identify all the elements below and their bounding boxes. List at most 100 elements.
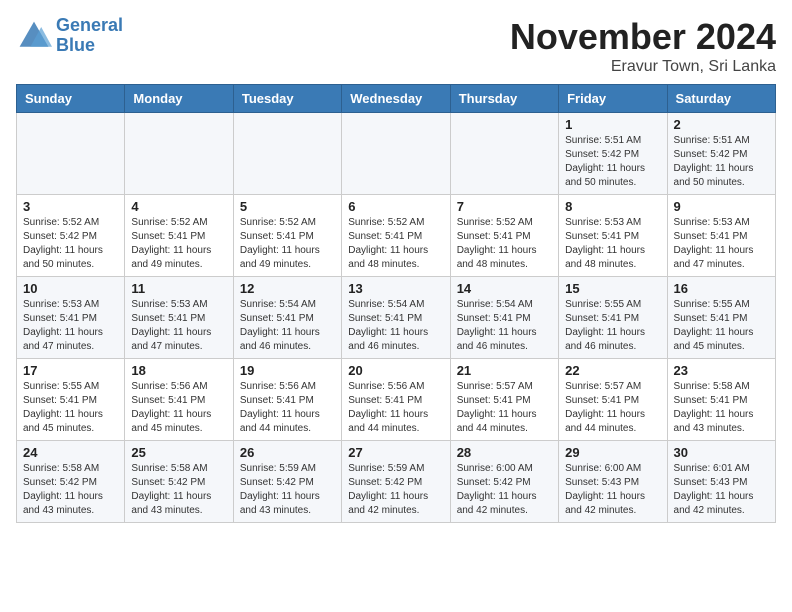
- day-number: 13: [348, 281, 443, 296]
- calendar-cell: 6Sunrise: 5:52 AM Sunset: 5:41 PM Daylig…: [342, 195, 450, 277]
- calendar-header: SundayMondayTuesdayWednesdayThursdayFrid…: [17, 85, 776, 113]
- day-info: Sunrise: 5:51 AM Sunset: 5:42 PM Dayligh…: [674, 134, 769, 190]
- day-info: Sunrise: 5:54 AM Sunset: 5:41 PM Dayligh…: [348, 298, 443, 354]
- day-number: 18: [131, 363, 226, 378]
- location-title: Eravur Town, Sri Lanka: [510, 58, 776, 76]
- day-number: 25: [131, 445, 226, 460]
- day-number: 20: [348, 363, 443, 378]
- calendar-cell: 19 Sunrise: 5:56 AM Sunset: 5:41 PM Dayli…: [233, 359, 341, 441]
- day-info: Sunrise: 5:54 AM Sunset: 5:41 PM Dayligh…: [457, 298, 552, 354]
- day-info: Sunrise: 6:00 AM Sunset: 5:42 PM Dayligh…: [457, 462, 552, 518]
- day-number: 30: [674, 445, 769, 460]
- calendar-week-row: 24 Sunrise: 5:58 AM Sunset: 5:42 PM Dayli…: [17, 441, 776, 523]
- day-info: Sunrise: 5:59 AM Sunset: 5:42 PM Dayligh…: [240, 462, 335, 518]
- calendar-cell: 9 Sunrise: 5:53 AM Sunset: 5:41 PM Daylig…: [667, 195, 775, 277]
- day-number: 29: [565, 445, 660, 460]
- calendar-cell: 13 Sunrise: 5:54 AM Sunset: 5:41 PM Dayli…: [342, 277, 450, 359]
- calendar-cell: 25 Sunrise: 5:58 AM Sunset: 5:42 PM Dayli…: [125, 441, 233, 523]
- weekday-header: Thursday: [450, 85, 558, 113]
- day-number: 12: [240, 281, 335, 296]
- calendar-cell: [233, 113, 341, 195]
- calendar-table: SundayMondayTuesdayWednesdayThursdayFrid…: [16, 84, 776, 523]
- logo-icon: [16, 18, 52, 54]
- weekday-header: Tuesday: [233, 85, 341, 113]
- day-number: 2: [674, 117, 769, 132]
- calendar-cell: 16Sunrise: 5:55 AM Sunset: 5:41 PM Dayli…: [667, 277, 775, 359]
- calendar-cell: 21Sunrise: 5:57 AM Sunset: 5:41 PM Dayli…: [450, 359, 558, 441]
- calendar-cell: 18 Sunrise: 5:56 AM Sunset: 5:41 PM Dayli…: [125, 359, 233, 441]
- day-info: Sunrise: 5:52 AM Sunset: 5:41 PM Dayligh…: [240, 216, 335, 272]
- day-info: Sunrise: 5:52 AM Sunset: 5:42 PM Dayligh…: [23, 216, 118, 272]
- day-info: Sunrise: 5:56 AM Sunset: 5:41 PM Dayligh…: [131, 380, 226, 436]
- calendar-body: 1 Sunrise: 5:51 AM Sunset: 5:42 PM Daylig…: [17, 113, 776, 523]
- calendar-cell: 12 Sunrise: 5:54 AM Sunset: 5:41 PM Dayli…: [233, 277, 341, 359]
- calendar-cell: 23Sunrise: 5:58 AM Sunset: 5:41 PM Dayli…: [667, 359, 775, 441]
- day-number: 1: [565, 117, 660, 132]
- logo: General Blue: [16, 16, 123, 56]
- calendar-cell: [450, 113, 558, 195]
- day-number: 7: [457, 199, 552, 214]
- page-header: General Blue November 2024 Eravur Town, …: [16, 16, 776, 76]
- day-info: Sunrise: 5:56 AM Sunset: 5:41 PM Dayligh…: [240, 380, 335, 436]
- day-number: 26: [240, 445, 335, 460]
- calendar-cell: 17 Sunrise: 5:55 AM Sunset: 5:41 PM Dayli…: [17, 359, 125, 441]
- day-info: Sunrise: 5:54 AM Sunset: 5:41 PM Dayligh…: [240, 298, 335, 354]
- day-info: Sunrise: 5:52 AM Sunset: 5:41 PM Dayligh…: [131, 216, 226, 272]
- day-number: 21: [457, 363, 552, 378]
- day-number: 14: [457, 281, 552, 296]
- day-number: 6: [348, 199, 443, 214]
- calendar-cell: 24 Sunrise: 5:58 AM Sunset: 5:42 PM Dayli…: [17, 441, 125, 523]
- calendar-week-row: 1 Sunrise: 5:51 AM Sunset: 5:42 PM Daylig…: [17, 113, 776, 195]
- weekday-header: Monday: [125, 85, 233, 113]
- logo-line1: General: [56, 15, 123, 35]
- title-block: November 2024 Eravur Town, Sri Lanka: [510, 16, 776, 76]
- day-info: Sunrise: 5:53 AM Sunset: 5:41 PM Dayligh…: [565, 216, 660, 272]
- day-info: Sunrise: 5:53 AM Sunset: 5:41 PM Dayligh…: [23, 298, 118, 354]
- day-number: 28: [457, 445, 552, 460]
- day-info: Sunrise: 5:58 AM Sunset: 5:42 PM Dayligh…: [131, 462, 226, 518]
- calendar-week-row: 3Sunrise: 5:52 AM Sunset: 5:42 PM Daylig…: [17, 195, 776, 277]
- logo-text: General Blue: [56, 16, 123, 56]
- day-info: Sunrise: 6:01 AM Sunset: 5:43 PM Dayligh…: [674, 462, 769, 518]
- calendar-cell: 5Sunrise: 5:52 AM Sunset: 5:41 PM Daylig…: [233, 195, 341, 277]
- day-info: Sunrise: 5:53 AM Sunset: 5:41 PM Dayligh…: [674, 216, 769, 272]
- calendar-cell: 2 Sunrise: 5:51 AM Sunset: 5:42 PM Daylig…: [667, 113, 775, 195]
- calendar-cell: 27Sunrise: 5:59 AM Sunset: 5:42 PM Dayli…: [342, 441, 450, 523]
- calendar-cell: [342, 113, 450, 195]
- weekday-header: Friday: [559, 85, 667, 113]
- calendar-cell: 3Sunrise: 5:52 AM Sunset: 5:42 PM Daylig…: [17, 195, 125, 277]
- weekday-header: Sunday: [17, 85, 125, 113]
- day-info: Sunrise: 5:53 AM Sunset: 5:41 PM Dayligh…: [131, 298, 226, 354]
- calendar-week-row: 17 Sunrise: 5:55 AM Sunset: 5:41 PM Dayli…: [17, 359, 776, 441]
- logo-line2: Blue: [56, 35, 95, 55]
- day-info: Sunrise: 5:57 AM Sunset: 5:41 PM Dayligh…: [565, 380, 660, 436]
- day-number: 24: [23, 445, 118, 460]
- day-info: Sunrise: 5:58 AM Sunset: 5:42 PM Dayligh…: [23, 462, 118, 518]
- day-number: 19: [240, 363, 335, 378]
- day-number: 17: [23, 363, 118, 378]
- calendar-cell: [17, 113, 125, 195]
- calendar-cell: 15Sunrise: 5:55 AM Sunset: 5:41 PM Dayli…: [559, 277, 667, 359]
- weekday-header: Saturday: [667, 85, 775, 113]
- day-number: 23: [674, 363, 769, 378]
- day-number: 27: [348, 445, 443, 460]
- calendar-cell: 1 Sunrise: 5:51 AM Sunset: 5:42 PM Daylig…: [559, 113, 667, 195]
- calendar-cell: 7 Sunrise: 5:52 AM Sunset: 5:41 PM Daylig…: [450, 195, 558, 277]
- month-title: November 2024: [510, 16, 776, 58]
- calendar-cell: 11Sunrise: 5:53 AM Sunset: 5:41 PM Dayli…: [125, 277, 233, 359]
- weekday-header: Wednesday: [342, 85, 450, 113]
- day-number: 16: [674, 281, 769, 296]
- calendar-cell: 20Sunrise: 5:56 AM Sunset: 5:41 PM Dayli…: [342, 359, 450, 441]
- day-number: 22: [565, 363, 660, 378]
- day-info: Sunrise: 5:55 AM Sunset: 5:41 PM Dayligh…: [23, 380, 118, 436]
- calendar-cell: 29Sunrise: 6:00 AM Sunset: 5:43 PM Dayli…: [559, 441, 667, 523]
- day-number: 9: [674, 199, 769, 214]
- weekday-row: SundayMondayTuesdayWednesdayThursdayFrid…: [17, 85, 776, 113]
- calendar-cell: 30 Sunrise: 6:01 AM Sunset: 5:43 PM Dayli…: [667, 441, 775, 523]
- day-number: 8: [565, 199, 660, 214]
- calendar-cell: 22 Sunrise: 5:57 AM Sunset: 5:41 PM Dayli…: [559, 359, 667, 441]
- day-info: Sunrise: 5:52 AM Sunset: 5:41 PM Dayligh…: [457, 216, 552, 272]
- calendar-cell: 8 Sunrise: 5:53 AM Sunset: 5:41 PM Daylig…: [559, 195, 667, 277]
- calendar-cell: 26 Sunrise: 5:59 AM Sunset: 5:42 PM Dayli…: [233, 441, 341, 523]
- day-info: Sunrise: 5:51 AM Sunset: 5:42 PM Dayligh…: [565, 134, 660, 190]
